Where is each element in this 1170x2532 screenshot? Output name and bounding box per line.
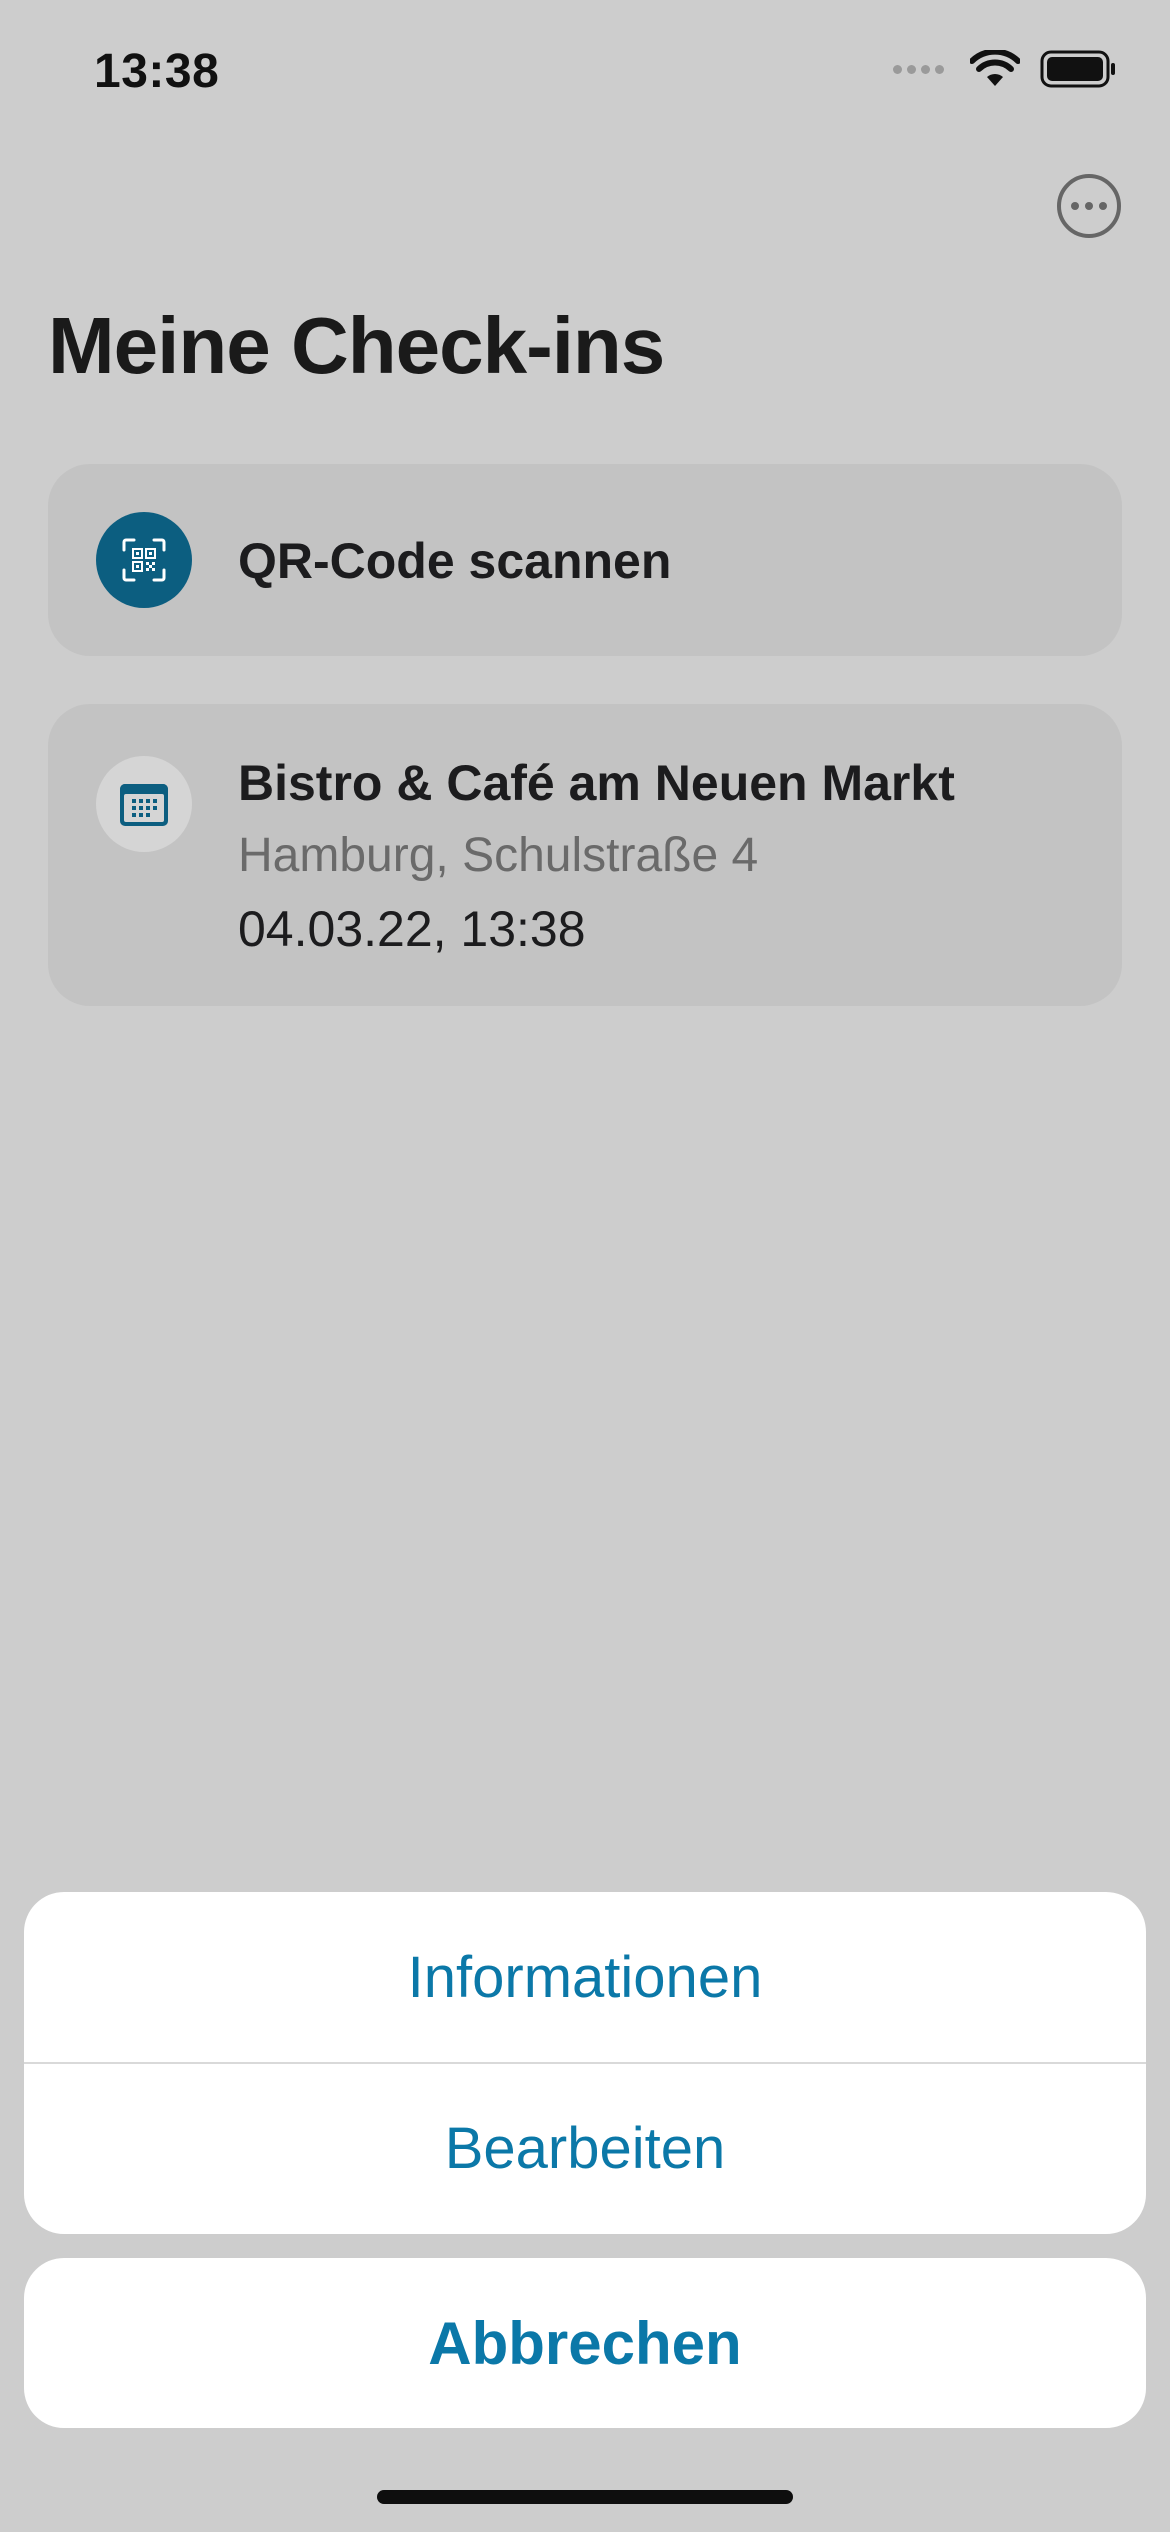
- venue-address: Hamburg, Schulstraße 4: [238, 829, 759, 882]
- cancel-button[interactable]: Abbrechen: [24, 2258, 1146, 2428]
- scan-qr-code-label: QR-Code scannen: [238, 533, 672, 589]
- wifi-icon: [970, 50, 1020, 86]
- status-indicators: [893, 50, 1116, 88]
- dot: [1071, 202, 1079, 210]
- calendar-icon: [96, 756, 192, 852]
- status-bar: 13:38: [0, 0, 1170, 150]
- action-bearbeiten-button[interactable]: Bearbeiten: [24, 2063, 1146, 2234]
- action-sheet: Informationen Bearbeiten: [24, 1892, 1146, 2234]
- dot: [1085, 202, 1093, 210]
- qr-code-icon: [96, 512, 192, 608]
- home-indicator[interactable]: [377, 2490, 793, 2504]
- cellular-signal-icon: [893, 64, 944, 74]
- venue-name: Bistro & Café am Neuen Markt: [238, 755, 955, 811]
- dot: [1099, 202, 1107, 210]
- status-time: 13:38: [94, 45, 220, 98]
- page-title: Meine Check-ins: [48, 301, 665, 390]
- screen: 13:38 Meine Check-ins QR-Code scannen Bi…: [0, 0, 1170, 2532]
- checkin-list-item[interactable]: Bistro & Café am Neuen Markt Hamburg, Sc…: [48, 704, 1122, 1006]
- scan-qr-code-button[interactable]: QR-Code scannen: [48, 464, 1122, 656]
- checkin-datetime: 04.03.22, 13:38: [238, 901, 586, 957]
- action-informationen-button[interactable]: Informationen: [24, 1892, 1146, 2063]
- more-options-button[interactable]: [1057, 174, 1121, 238]
- battery-icon: [1040, 50, 1115, 88]
